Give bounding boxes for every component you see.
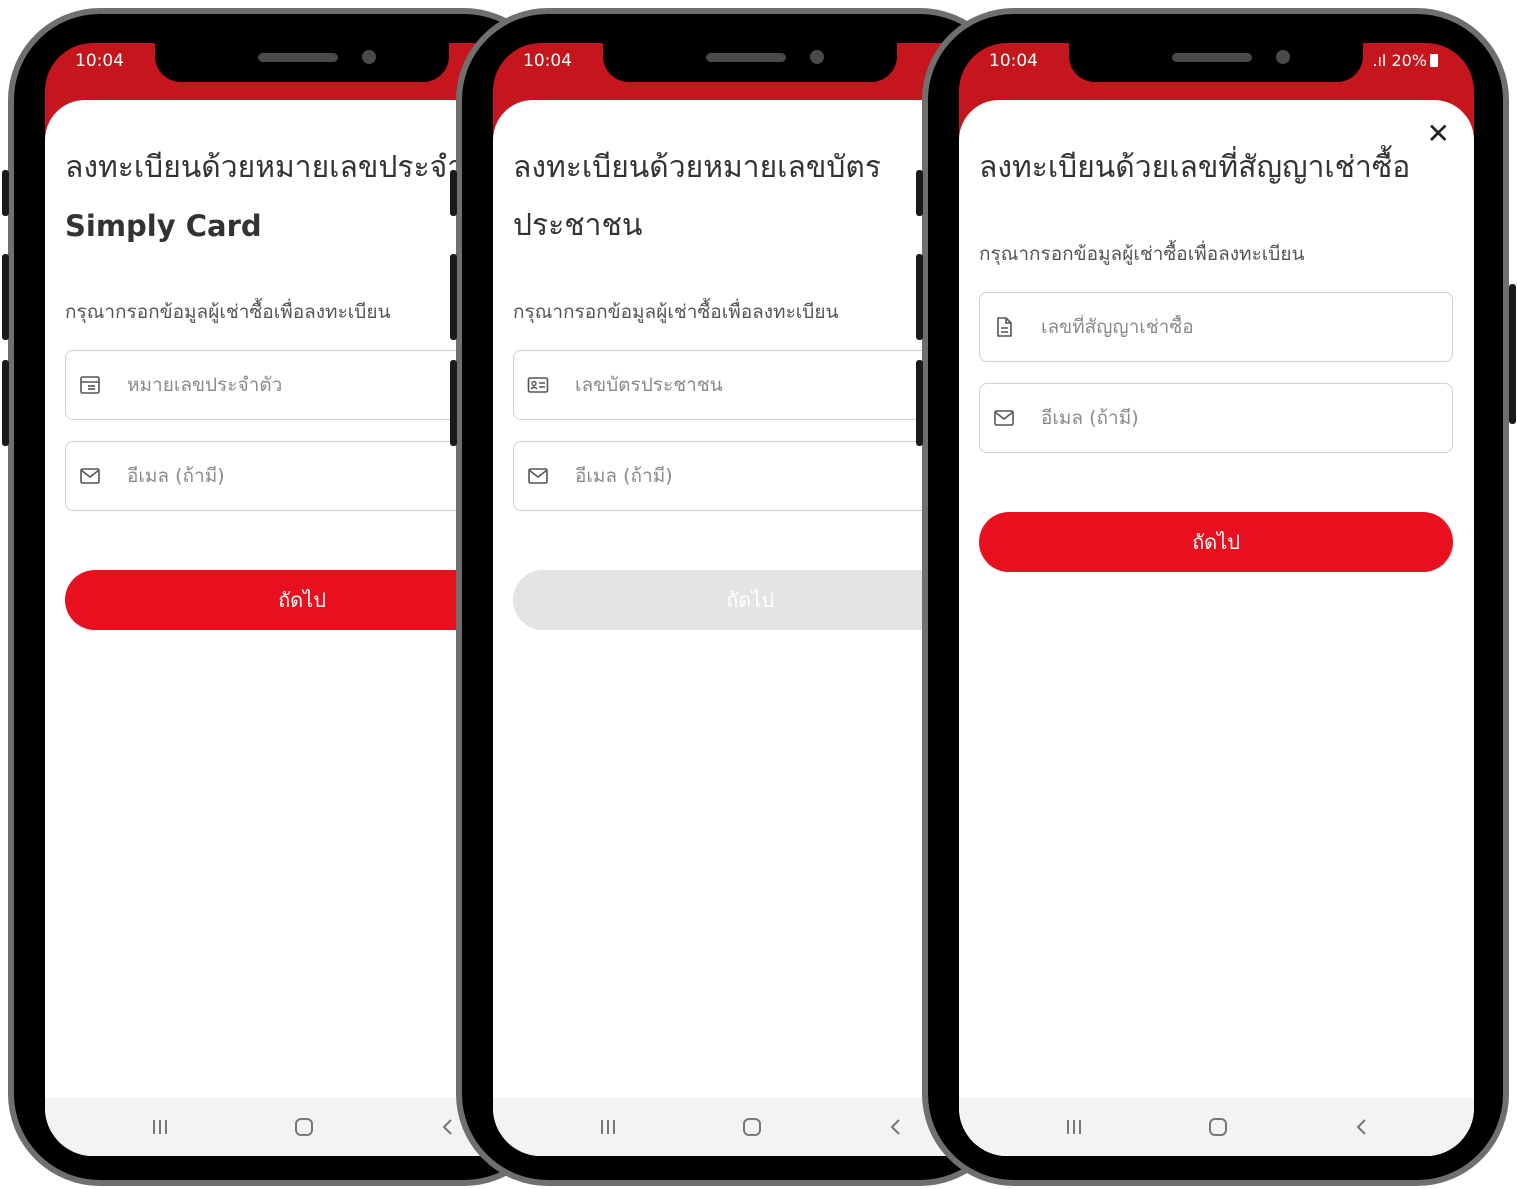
title-line-1: ลงทะเบียนด้วยเลขที่สัญญาเช่าซื้อ [979,150,1411,185]
next-button[interactable]: ถัดไป [979,512,1453,572]
speaker [258,53,338,62]
volume-down-button [916,360,923,446]
side-button [916,170,923,216]
home-icon[interactable] [1208,1117,1228,1137]
battery-icon [1430,54,1438,67]
battery-percent: 20% [1391,51,1427,70]
mail-icon [80,468,100,484]
speaker [706,53,786,62]
status-time: 10:04 [523,51,572,71]
email-field[interactable] [979,383,1453,453]
registration-sheet: ✕ ลงทะเบียนด้วยเลขที่สัญญาเช่าซื้อ กรุณา… [959,100,1474,1156]
instruction-text: กรุณากรอกข้อมูลผู้เช่าซื้อเพื่อลงทะเบียน [979,243,1305,265]
speaker [1172,53,1252,62]
stage: 10:04 ลงทะเบียนด้วยหมายเลขประจำ Simply C… [0,0,1517,1189]
email-field[interactable] [513,441,987,511]
front-camera [1276,50,1290,64]
contact-card-icon [527,377,549,393]
status-time: 10:04 [989,51,1038,71]
side-button [2,170,9,216]
notch [1069,43,1363,82]
id-card-icon [80,376,100,394]
front-camera [810,50,824,64]
volume-up-button [450,254,457,340]
side-button [450,170,457,216]
next-button[interactable]: ถัดไป [513,570,987,630]
front-camera [362,50,376,64]
contract-number-input[interactable] [1039,315,1443,339]
recent-apps-icon[interactable] [598,1117,618,1137]
screen: 10:04 .ıl 20% ✕ ลงทะเบียนด้วยเลขที่สัญญา… [959,43,1474,1156]
volume-up-button [916,254,923,340]
instruction-text: กรุณากรอกข้อมูลผู้เช่าซื้อเพื่อลงทะเบียน [65,301,391,323]
power-button [1509,284,1516,424]
status-indicators: .ıl 20% [1372,51,1438,70]
home-icon[interactable] [294,1117,314,1137]
notch [603,43,897,82]
volume-up-button [2,254,9,340]
volume-down-button [2,360,9,446]
recent-apps-icon[interactable] [150,1117,170,1137]
back-icon[interactable] [438,1117,458,1137]
email-input[interactable] [1039,406,1443,430]
phone-contract-number: 10:04 .ıl 20% ✕ ลงทะเบียนด้วยเลขที่สัญญา… [916,8,1516,1186]
home-icon[interactable] [742,1117,762,1137]
android-navbar [959,1098,1474,1156]
contract-number-field[interactable] [979,292,1453,362]
document-icon [997,317,1012,337]
email-input[interactable] [573,464,977,488]
notch [155,43,449,82]
status-time: 10:04 [75,51,124,71]
page-title: ลงทะเบียนด้วยเลขที่สัญญาเช่าซื้อ [979,139,1474,197]
back-icon[interactable] [886,1117,906,1137]
signal-icon: .ıl [1372,51,1387,70]
mail-icon [994,410,1014,426]
back-icon[interactable] [1352,1117,1372,1137]
recent-apps-icon[interactable] [1064,1117,1084,1137]
mail-icon [528,468,548,484]
instruction-text: กรุณากรอกข้อมูลผู้เช่าซื้อเพื่อลงทะเบียน [513,301,839,323]
volume-down-button [450,360,457,446]
